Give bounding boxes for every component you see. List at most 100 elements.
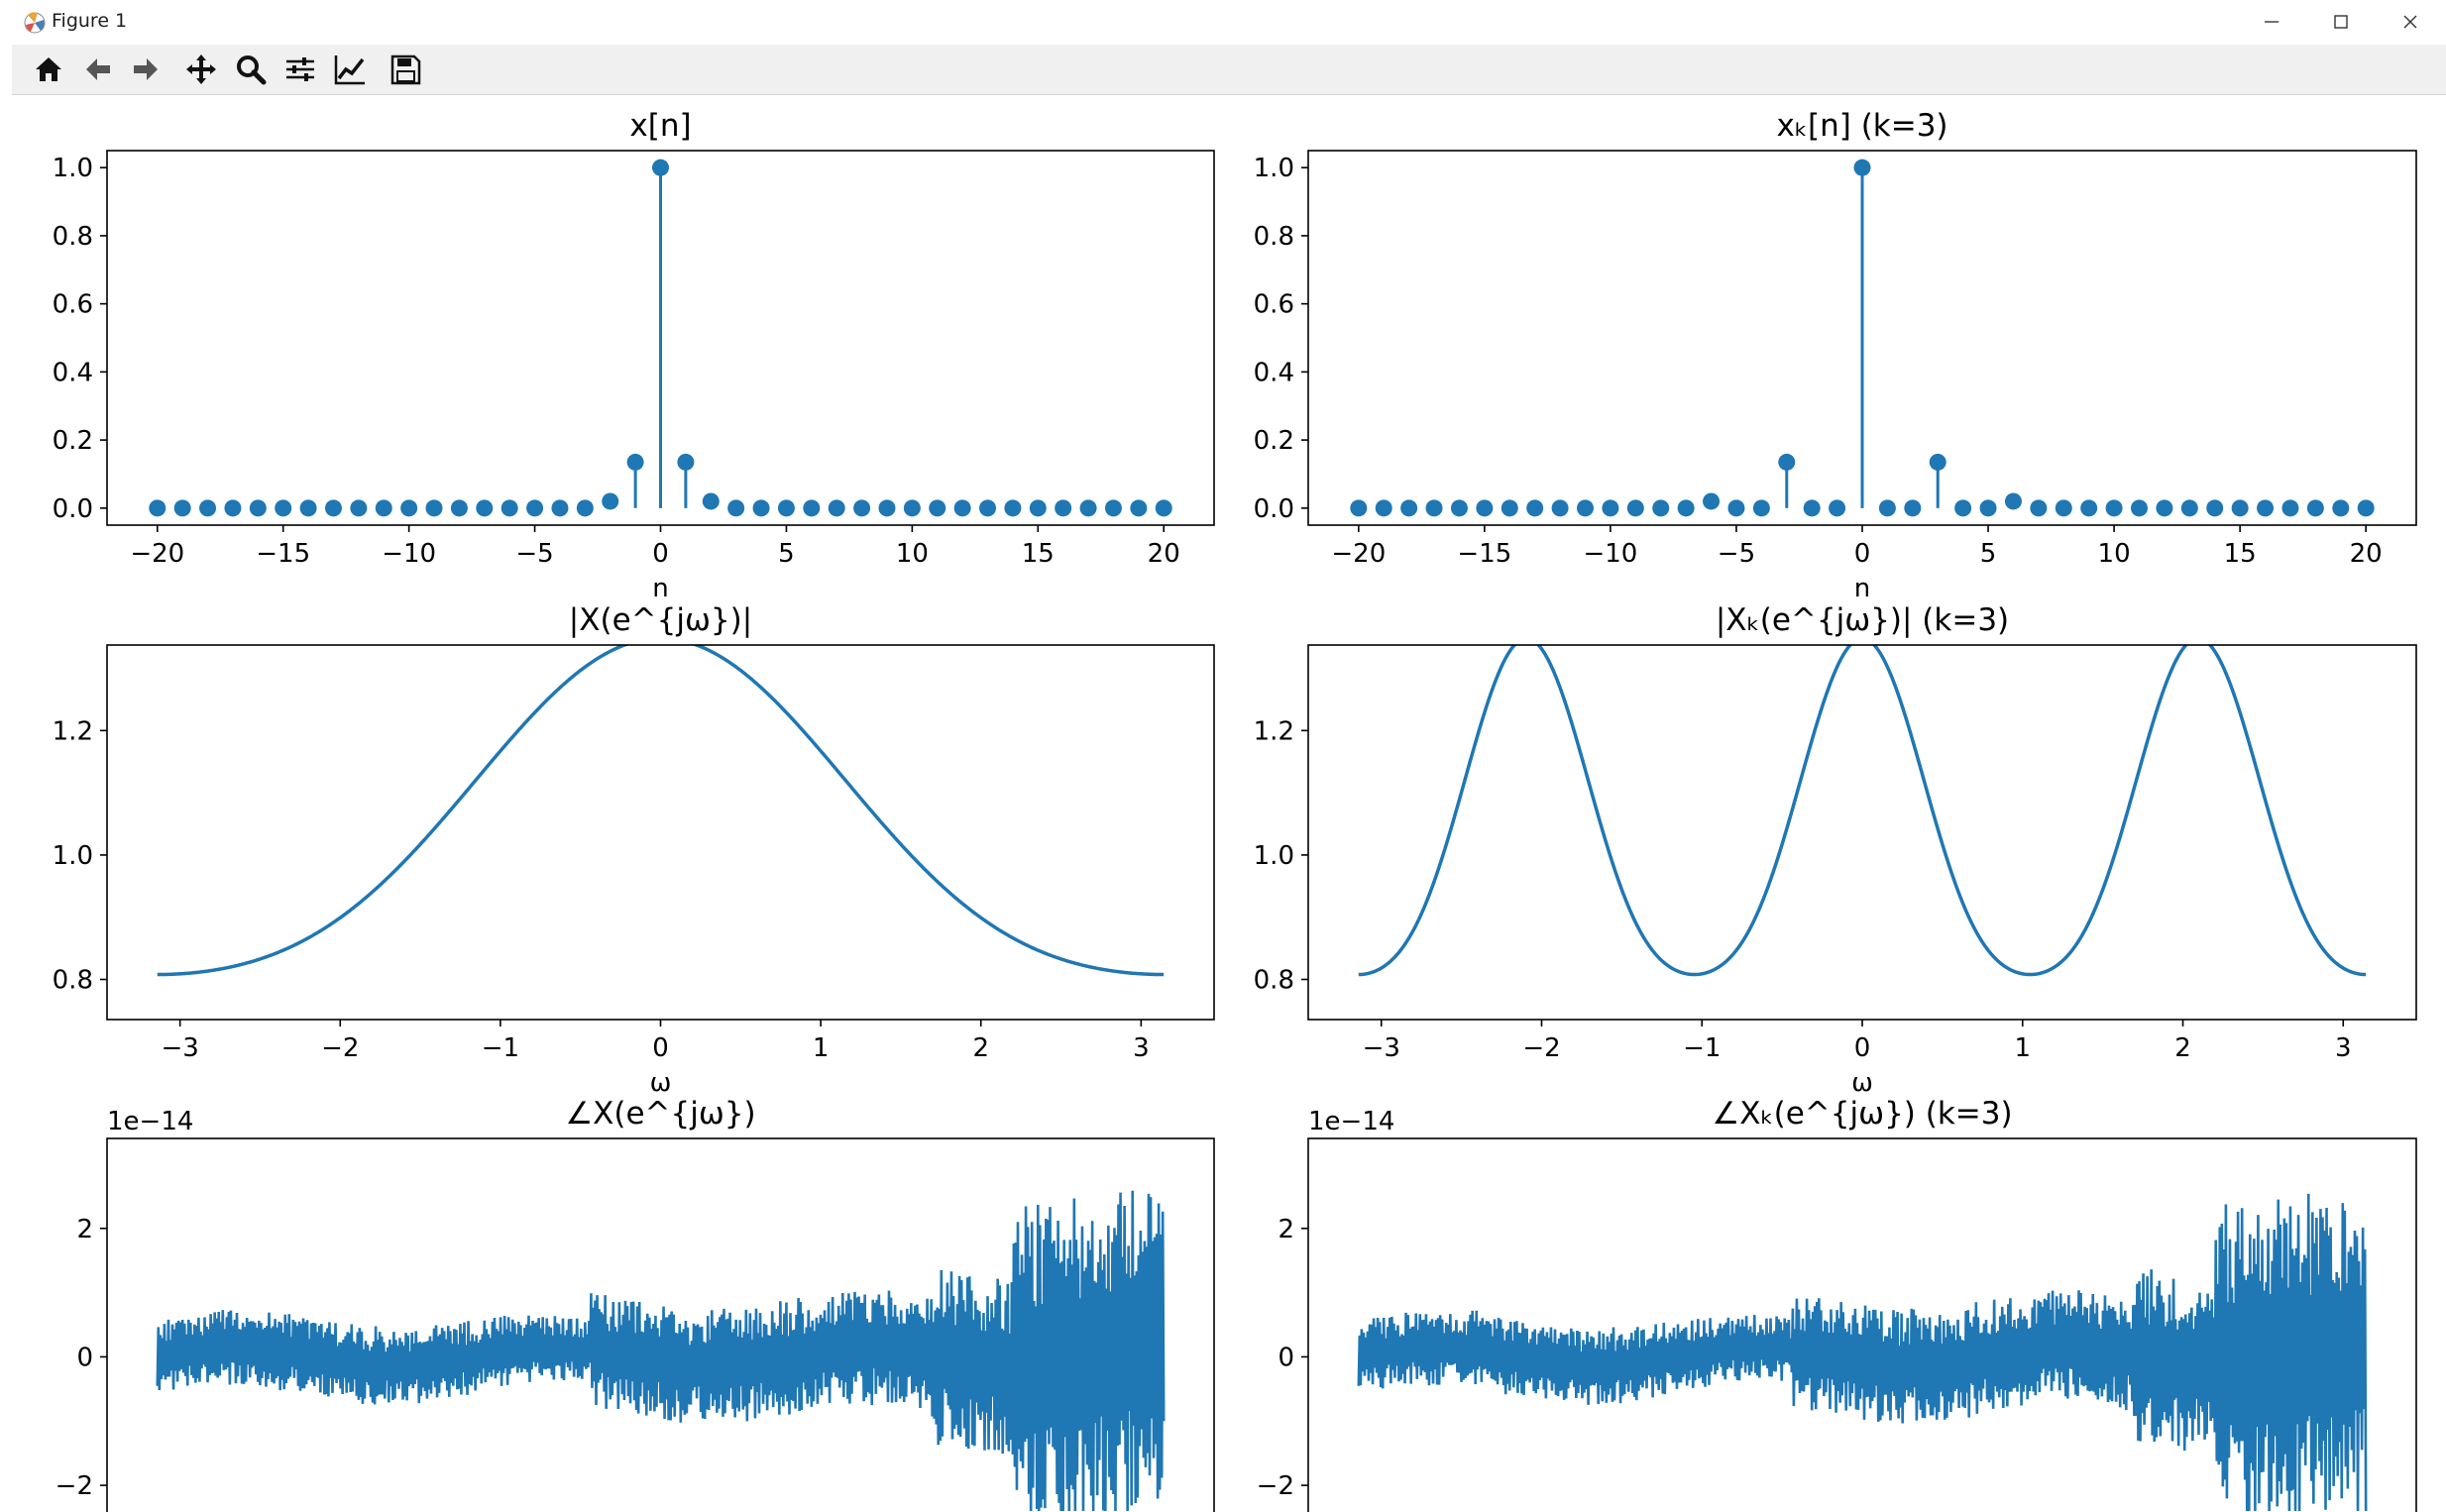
y-tick-label: 0.8 [1254, 966, 1294, 996]
zoom-button[interactable] [234, 53, 268, 86]
stem-marker [249, 499, 267, 517]
stem-marker [526, 499, 544, 517]
x-axis-label: n [652, 574, 668, 603]
stem-marker [1450, 499, 1468, 517]
stem-marker [224, 499, 242, 517]
plot-area [1357, 1193, 2368, 1512]
stem-marker [1425, 499, 1443, 517]
stem-marker [1878, 499, 1896, 517]
stem-marker [626, 453, 644, 471]
subplot-title: ∠Xₖ(e^{jω}) (k=3) [1712, 1096, 2012, 1132]
magnitude-line [157, 645, 1165, 977]
subplot-title: |Xₖ(e^{jω})| (k=3) [1716, 602, 2009, 638]
subplot-title: ∠X(e^{jω}) [565, 1096, 755, 1132]
home-button[interactable] [32, 53, 65, 86]
x-tick-label: 1 [2014, 1033, 2031, 1063]
subplot-phase-Xk[interactable]: −2 0 2 1e−14 ∠Xₖ(e^{jω}) (k=3) [1257, 1096, 2417, 1512]
x-tick-label: −2 [321, 1033, 359, 1063]
subplot-x-n[interactable]: 0.0 0.2 0.4 0.6 0.8 1.0 −20 −15 −10 −5 0 5 10 15 20 n x[… [53, 108, 1215, 603]
figure-canvas[interactable]: 0.00.20.40.60.81.0−20 −15 −10 −5 0 5 10 15 20nx[… [12, 95, 2446, 1512]
forward-button[interactable] [129, 53, 163, 86]
stem-marker [853, 499, 871, 517]
stem-marker [2030, 499, 2048, 517]
x-tick-label: −10 [1583, 539, 1637, 569]
magnitude-line [1358, 645, 2367, 977]
y-offset-label: 1e−14 [1308, 1107, 1394, 1136]
stem-marker [1829, 499, 1846, 517]
edit-axes-button[interactable] [333, 53, 367, 86]
y-offset-label: 1e−14 [107, 1107, 193, 1136]
x-tick-label: 0 [652, 539, 669, 569]
axes-edit-icon [334, 55, 365, 85]
stem-marker [350, 499, 368, 517]
y-tick-label: 0.8 [53, 966, 93, 996]
stem-marker [803, 499, 821, 517]
stem-marker [1350, 499, 1368, 517]
maximize-button[interactable] [2306, 0, 2376, 45]
stem-marker [1652, 499, 1670, 517]
x-tick-label: 10 [896, 539, 929, 569]
y-tick-label: 0.6 [53, 290, 93, 320]
save-button[interactable] [389, 53, 422, 86]
x-tick-label: 0 [652, 1033, 669, 1063]
stem-marker [2332, 499, 2350, 517]
x-tick-label: 3 [1133, 1033, 1150, 1063]
x-tick-label: 15 [1022, 539, 1055, 569]
stem-marker [2156, 499, 2173, 517]
y-tick-label: 0.2 [53, 426, 93, 456]
stem-marker [500, 499, 518, 517]
configure-subplots-button[interactable] [283, 53, 317, 86]
pan-button[interactable] [184, 53, 218, 86]
y-tick-label: 0.8 [53, 222, 93, 252]
x-axis-label: ω [1851, 1068, 1873, 1098]
stem-marker [1727, 499, 1745, 517]
stem-marker [602, 492, 619, 510]
stem-marker [275, 499, 292, 517]
x-tick-label: 20 [2350, 539, 2383, 569]
phase-line [1357, 1193, 2368, 1512]
stem-marker [878, 499, 896, 517]
y-tick-label: 0 [1278, 1343, 1294, 1372]
stem-marker [652, 159, 669, 176]
x-tick-label: −20 [1331, 539, 1386, 569]
stem-marker [425, 499, 443, 517]
close-button[interactable] [2376, 0, 2445, 45]
pan-icon [186, 54, 216, 84]
y-tick-label: −2 [56, 1471, 93, 1501]
stem-marker [1029, 499, 1047, 517]
subplot-phase-X[interactable]: −2 0 2 1e−14 ∠X(e^{jω}) [56, 1096, 1215, 1512]
x-tick-label: 20 [1148, 539, 1180, 569]
stem-marker [752, 499, 770, 517]
x-tick-label: −1 [1683, 1033, 1721, 1063]
y-tick-label: 1.2 [53, 716, 93, 746]
zoom-icon [237, 55, 267, 85]
subplot-title: xₖ[n] (k=3) [1776, 108, 1947, 144]
x-tick-label: 3 [2335, 1033, 2352, 1063]
minimize-button[interactable] [2237, 0, 2306, 45]
stem-marker [2131, 499, 2148, 517]
phase-line [156, 1190, 1166, 1512]
subplots-icon [286, 57, 314, 81]
window-titlebar: Figure 1 [0, 0, 2446, 46]
subplot-xk-n[interactable]: 0.0 0.2 0.4 0.6 0.8 1.0 −20 −15 −10 −5 0 5 10 15 20 n xₖ… [1254, 108, 2417, 603]
x-tick-label: 1 [813, 1033, 830, 1063]
y-tick-label: 0.6 [1254, 290, 1294, 320]
stem-marker [953, 499, 971, 517]
stem-marker [2206, 499, 2224, 517]
back-button[interactable] [81, 53, 115, 86]
y-tick-label: −2 [1257, 1471, 1294, 1501]
y-tick-label: 1.0 [53, 154, 93, 183]
stem-marker [149, 499, 167, 517]
stem-marker [2281, 499, 2299, 517]
stem-marker [173, 499, 191, 517]
stem-marker [2105, 499, 2123, 517]
stem-marker [1904, 499, 1922, 517]
save-icon [390, 54, 421, 85]
x-axis-label: n [1854, 574, 1870, 603]
subplot-mag-Xk[interactable]: 0.8 1.0 1.2 −3 −2 −1 0 1 2 3 ω |Xₖ(e^{jω})| (k=3) [1254, 602, 2417, 1098]
subplot-mag-X[interactable]: 0.8 1.0 1.2 −3 −2 −1 0 1 2 3 ω |X(e^{jω})| [53, 602, 1215, 1098]
x-tick-label: 5 [1980, 539, 1997, 569]
stem-marker [299, 499, 317, 517]
stem-marker [1526, 499, 1544, 517]
x-tick-label: −5 [1718, 539, 1755, 569]
